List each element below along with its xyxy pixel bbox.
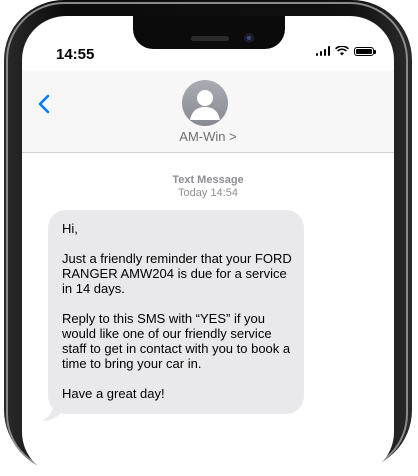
message-meta: Text Message Today 14:54 xyxy=(22,174,394,200)
contact-avatar[interactable] xyxy=(182,80,228,126)
message-paragraph: Hi, xyxy=(62,221,78,236)
chevron-left-icon[interactable] xyxy=(38,94,50,114)
message-paragraph: Reply to this SMS with “YES” if you woul… xyxy=(62,311,291,371)
phone-screen: 14:55 AM-Win > Text Message Today 14:54 … xyxy=(22,16,394,476)
message-paragraph: Have a great day! xyxy=(62,386,165,401)
message-paragraph: Just a friendly reminder that your FORD … xyxy=(62,251,292,296)
conversation-header: AM-Win > xyxy=(22,70,394,153)
contact-name: AM-Win xyxy=(179,129,226,144)
contact-name-row[interactable]: AM-Win > xyxy=(22,129,394,144)
status-icons xyxy=(315,46,376,56)
bubble-tail xyxy=(42,400,60,421)
person-icon xyxy=(190,90,220,120)
status-time: 14:55 xyxy=(56,46,95,63)
wifi-icon xyxy=(335,46,349,56)
phone-frame: 14:55 AM-Win > Text Message Today 14:54 … xyxy=(0,0,418,476)
message-timestamp: Today 14:54 xyxy=(178,187,238,199)
notch xyxy=(133,16,285,49)
front-camera xyxy=(244,33,254,43)
cellular-signal-icon xyxy=(315,46,330,56)
received-message-bubble[interactable]: Hi, Just a friendly reminder that your F… xyxy=(48,210,304,414)
message-type-label: Text Message xyxy=(172,174,244,186)
battery-icon xyxy=(354,46,376,56)
earpiece-speaker xyxy=(191,36,229,41)
chevron-right-icon: > xyxy=(229,129,237,144)
